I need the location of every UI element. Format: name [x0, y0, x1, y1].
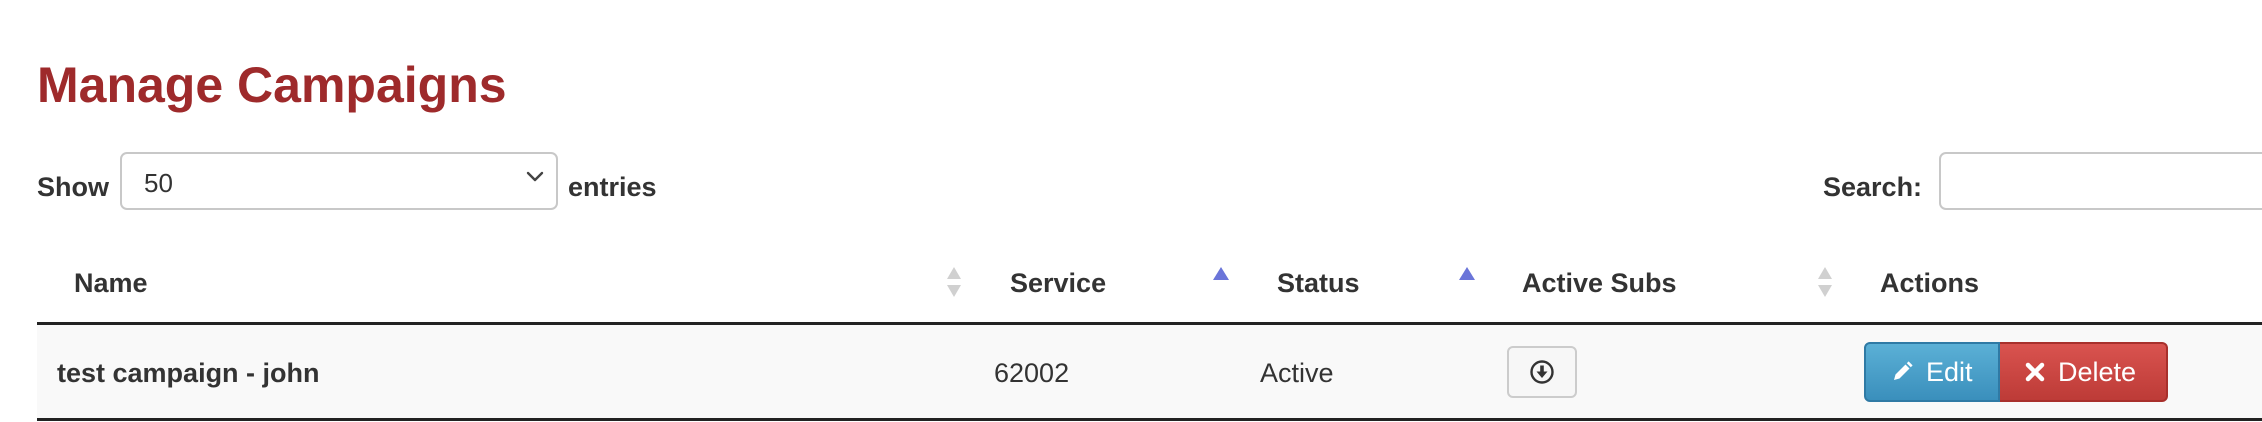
- edit-button[interactable]: Edit: [1864, 342, 2000, 402]
- edit-button-label: Edit: [1926, 356, 1973, 387]
- cell-campaign-name: test campaign - john: [57, 358, 320, 388]
- download-circle-icon: [1530, 360, 1554, 384]
- column-header-name[interactable]: Name: [74, 268, 148, 299]
- sort-ascending-icon[interactable]: [1212, 266, 1230, 282]
- delete-button[interactable]: Delete: [2000, 342, 2168, 402]
- page-title: Manage Campaigns: [37, 57, 507, 113]
- sort-ascending-icon[interactable]: [1458, 266, 1476, 282]
- search-input[interactable]: [1939, 152, 2262, 210]
- show-label: Show: [37, 172, 109, 202]
- table-bottom-divider: [37, 418, 2262, 421]
- entries-per-page-value: 50: [144, 168, 173, 198]
- entries-label: entries: [568, 172, 657, 202]
- sort-both-icon[interactable]: [1816, 265, 1834, 299]
- column-header-active-subs[interactable]: Active Subs: [1522, 268, 1677, 299]
- sort-both-icon[interactable]: [945, 265, 963, 299]
- pencil-icon: [1894, 361, 1913, 380]
- row-actions: Edit Delete: [1864, 342, 2168, 402]
- active-subs-download-button[interactable]: [1507, 346, 1577, 398]
- column-header-service[interactable]: Service: [1010, 268, 1106, 299]
- entries-per-page-select[interactable]: 50: [120, 152, 558, 210]
- search-label: Search:: [1823, 172, 1923, 202]
- delete-button-label: Delete: [2058, 356, 2137, 387]
- cell-service: 62002: [994, 358, 1070, 388]
- cell-status: Active: [1260, 358, 1334, 388]
- close-icon: [2025, 362, 2045, 382]
- column-header-status[interactable]: Status: [1277, 268, 1360, 299]
- column-header-actions: Actions: [1880, 268, 1980, 298]
- chevron-down-icon: [526, 171, 544, 182]
